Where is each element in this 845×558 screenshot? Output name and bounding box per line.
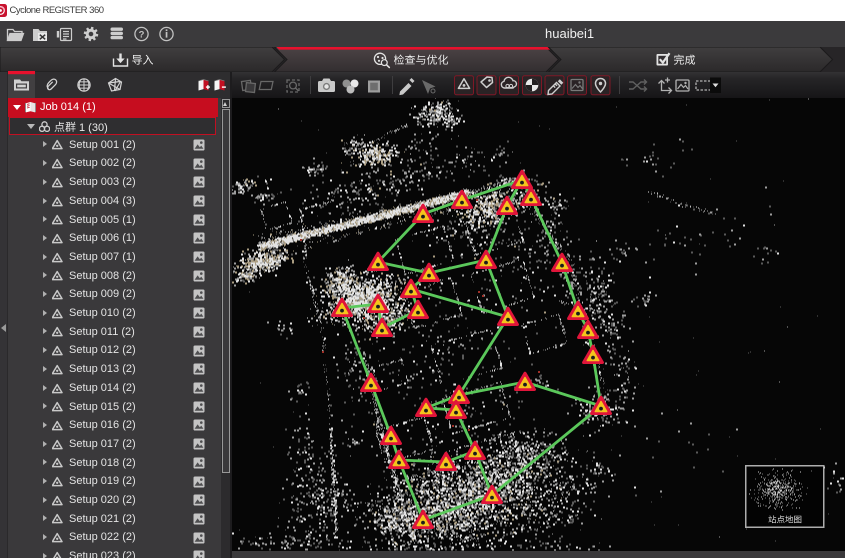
svg-text:?: ?: [139, 30, 145, 41]
svg-text:1 (30): 1 (30): [79, 122, 108, 134]
